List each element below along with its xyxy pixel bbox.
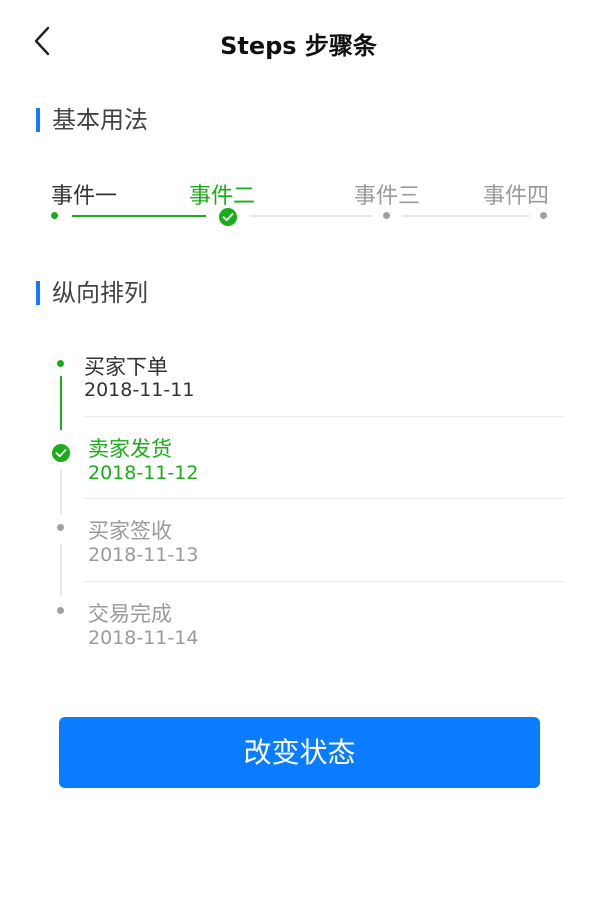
section-title-basic: 基本用法	[36, 106, 148, 134]
v-step-label-3: 买家签收	[88, 519, 172, 543]
h-step-label-2: 事件二	[189, 184, 256, 209]
section-title-vertical: 纵向排列	[36, 279, 148, 307]
h-step-label-4: 事件四	[483, 184, 550, 209]
section-title-vertical-text: 纵向排列	[52, 279, 148, 307]
v-step-line-3	[60, 544, 62, 596]
h-step-line-2	[250, 215, 372, 217]
v-step-line-1	[60, 376, 62, 430]
nav-bar: Steps 步骤条	[0, 0, 597, 88]
v-step-line-2	[60, 470, 62, 514]
v-step-dot-3	[57, 524, 64, 531]
section-title-basic-text: 基本用法	[52, 106, 148, 134]
section-accent-bar	[36, 281, 40, 305]
change-status-button[interactable]: 改变状态	[59, 717, 540, 788]
divider	[84, 416, 564, 417]
v-step-dot-4	[57, 607, 64, 614]
v-step-date-1: 2018-11-11	[84, 379, 195, 401]
divider	[84, 581, 564, 582]
check-circle-icon	[52, 444, 70, 462]
h-step-label-1: 事件一	[51, 184, 118, 209]
h-step-dot-4	[540, 212, 547, 219]
v-step-date-2: 2018-11-12	[88, 462, 199, 484]
v-step-label-4: 交易完成	[88, 602, 172, 626]
h-step-line-1	[72, 215, 206, 217]
section-accent-bar	[36, 108, 40, 132]
v-step-dot-1	[57, 360, 64, 367]
divider	[84, 498, 564, 499]
h-step-line-3	[402, 215, 530, 217]
page-title: Steps 步骤条	[220, 32, 377, 60]
v-step-date-4: 2018-11-14	[88, 627, 199, 649]
h-step-dot-1	[51, 212, 58, 219]
h-step-label-3: 事件三	[354, 184, 421, 209]
v-step-label-2: 卖家发货	[88, 437, 172, 461]
check-circle-icon	[219, 208, 237, 226]
v-step-label-1: 买家下单	[84, 355, 168, 379]
h-step-dot-3	[383, 212, 390, 219]
v-step-date-3: 2018-11-13	[88, 544, 199, 566]
